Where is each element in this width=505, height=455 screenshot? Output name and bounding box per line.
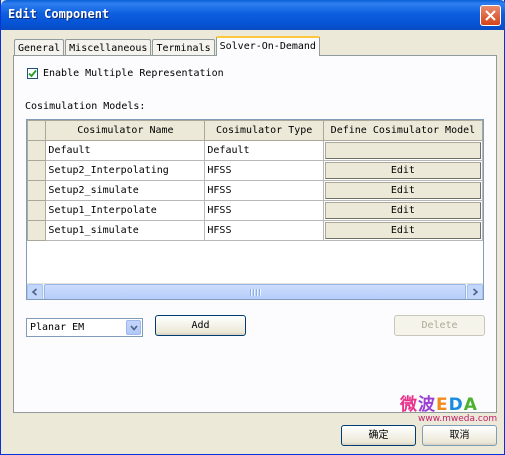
chevron-down-icon xyxy=(129,324,138,331)
row-header[interactable] xyxy=(27,200,47,221)
dropdown-button[interactable] xyxy=(126,320,141,335)
edit-model-button[interactable]: Edit xyxy=(324,182,481,199)
edit-model-button[interactable]: Edit xyxy=(324,202,481,219)
cosimulation-models-grid: Cosimulator Name Cosimulator Type Define… xyxy=(26,119,484,300)
enable-multiple-representation-checkbox[interactable] xyxy=(27,68,38,79)
cosimulator-type-cell[interactable]: HFSS xyxy=(204,180,324,201)
define-model-cell: Edit xyxy=(322,180,483,201)
table-row[interactable]: Setup2_simulate HFSS Edit xyxy=(27,180,483,201)
title-bar[interactable]: Edit Component xyxy=(1,0,505,30)
watermark: 微波EDA www.mweda.com xyxy=(400,396,497,424)
watermark-logo: 微波EDA xyxy=(400,395,478,415)
table-row[interactable]: Setup1_simulate HFSS Edit xyxy=(27,220,483,241)
tab-terminals[interactable]: Terminals xyxy=(152,39,215,56)
grid-corner xyxy=(27,120,47,141)
grip-icon xyxy=(249,288,261,296)
solver-on-demand-panel: Enable Multiple Representation Cosimulat… xyxy=(13,55,497,413)
enable-multiple-representation-option[interactable]: Enable Multiple Representation xyxy=(27,68,224,79)
cosimulator-name-cell[interactable]: Setup2_simulate xyxy=(45,180,206,201)
cosimulator-type-select-value: Planar EM xyxy=(30,322,85,333)
cosimulator-type-cell[interactable]: HFSS xyxy=(204,200,324,221)
ok-button[interactable]: 确定 xyxy=(341,425,416,446)
edit-component-dialog: Edit Component General Miscellaneous Ter… xyxy=(0,0,505,455)
edit-model-button[interactable]: Edit xyxy=(324,162,481,179)
define-model-button[interactable] xyxy=(324,142,481,159)
edit-model-button[interactable]: Edit xyxy=(324,222,481,239)
tab-general[interactable]: General xyxy=(14,39,65,56)
cosimulator-type-cell[interactable]: HFSS xyxy=(204,160,324,181)
cosimulator-name-cell[interactable]: Setup1_simulate xyxy=(45,220,206,241)
column-header-define-cosimulator-model[interactable]: Define Cosimulator Model xyxy=(322,120,483,141)
row-header[interactable] xyxy=(27,140,47,161)
checkmark-icon xyxy=(28,69,37,78)
row-header[interactable] xyxy=(27,220,47,241)
cosimulation-models-label: Cosimulation Models: xyxy=(25,101,146,112)
add-button[interactable]: Add xyxy=(155,315,246,336)
row-header[interactable] xyxy=(27,180,47,201)
scroll-left-button[interactable] xyxy=(27,284,43,299)
window-title: Edit Component xyxy=(8,7,110,21)
horizontal-scrollbar[interactable] xyxy=(27,283,483,299)
define-model-cell xyxy=(322,140,483,161)
column-header-cosimulator-type[interactable]: Cosimulator Type xyxy=(204,120,324,141)
cancel-button[interactable]: 取消 xyxy=(422,425,497,446)
watermark-url: www.mweda.com xyxy=(418,414,498,424)
close-icon xyxy=(485,10,496,21)
define-model-cell: Edit xyxy=(322,200,483,221)
table-row[interactable]: Setup2_Interpolating HFSS Edit xyxy=(27,160,483,181)
table-row[interactable]: Setup1_Interpolate HFSS Edit xyxy=(27,200,483,221)
cosimulator-name-cell[interactable]: Setup2_Interpolating xyxy=(45,160,206,181)
tab-miscellaneous[interactable]: Miscellaneous xyxy=(65,39,152,56)
scrollbar-thumb[interactable] xyxy=(44,284,466,299)
column-header-cosimulator-name[interactable]: Cosimulator Name xyxy=(45,120,206,141)
scroll-right-button[interactable] xyxy=(467,284,483,299)
delete-button[interactable]: Delete xyxy=(394,315,485,336)
row-header[interactable] xyxy=(27,160,47,181)
chevron-left-icon xyxy=(31,288,38,296)
define-model-cell: Edit xyxy=(322,160,483,181)
define-model-cell: Edit xyxy=(322,220,483,241)
tab-solver-on-demand[interactable]: Solver-On-Demand xyxy=(215,36,320,56)
cosimulator-type-select[interactable]: Planar EM xyxy=(26,318,143,337)
enable-multiple-representation-label: Enable Multiple Representation xyxy=(43,68,224,79)
cosimulator-type-cell[interactable]: Default xyxy=(204,140,324,161)
tab-strip: General Miscellaneous Terminals Solver-O… xyxy=(14,36,321,56)
table-row[interactable]: Default Default xyxy=(27,140,483,161)
close-button[interactable] xyxy=(480,5,501,26)
cosimulator-type-cell[interactable]: HFSS xyxy=(204,220,324,241)
chevron-right-icon xyxy=(472,288,479,296)
cosimulator-name-cell[interactable]: Default xyxy=(45,140,206,161)
cosimulator-name-cell[interactable]: Setup1_Interpolate xyxy=(45,200,206,221)
